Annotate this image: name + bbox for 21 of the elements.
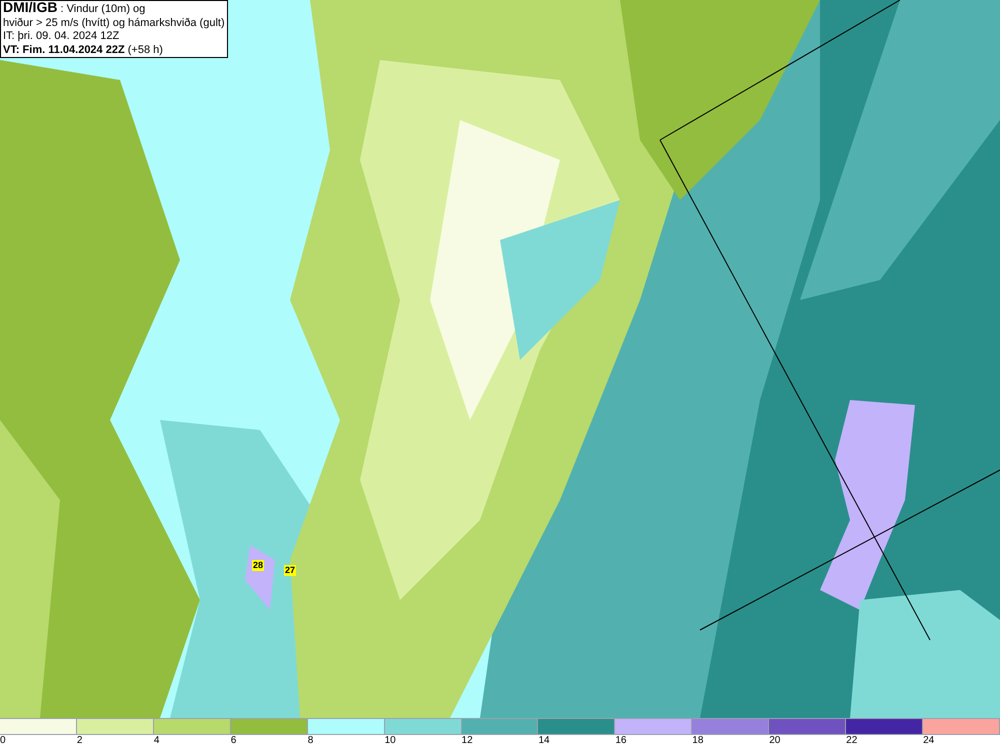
tick-label: 16 (615, 735, 626, 747)
gust-marker: 27 (284, 565, 296, 576)
tick-label: 6 (230, 735, 236, 747)
description-text: hviður > 25 m/s (hvítt) og hámarkshviða (gult) (3, 16, 225, 30)
tick-label: 12 (462, 735, 473, 747)
issue-time: IT: þri. 09. 04. 2024 12Z (3, 30, 120, 44)
source-label: DMI/IGB (3, 0, 58, 15)
gust-marker: 28 (252, 560, 264, 571)
tick-label: 14 (538, 735, 550, 747)
tick-label: 22 (846, 735, 858, 747)
tick-label: 4 (154, 735, 160, 747)
description-text: : Vindur (10m) og (60, 3, 146, 15)
tick-label: 18 (692, 735, 704, 747)
tick-label: 10 (384, 735, 396, 747)
tick-label: 24 (923, 735, 934, 747)
tick-label: 20 (769, 735, 780, 747)
tick-label: 8 (308, 735, 314, 747)
valid-time: VT: Fim. 11.04.2024 22Z (3, 44, 125, 56)
tick-label: 2 (76, 735, 82, 747)
tick-label: 0 (0, 735, 6, 747)
lead-time: (+58 h) (128, 44, 163, 56)
